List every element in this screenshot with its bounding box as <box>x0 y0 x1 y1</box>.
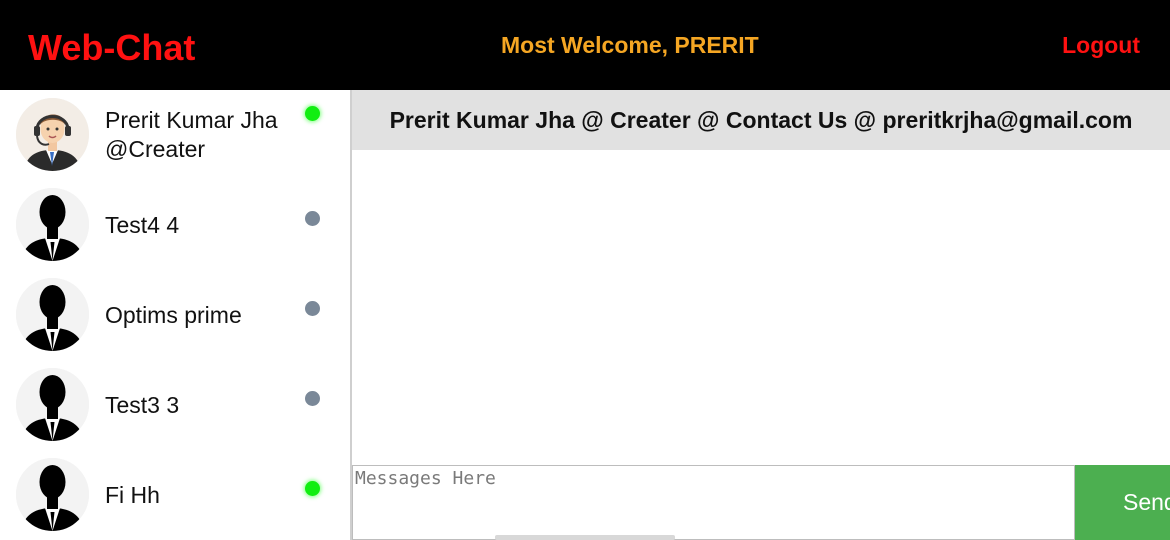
contact-name: Prerit Kumar Jha @Creater <box>105 90 305 180</box>
online-status-icon <box>305 481 320 496</box>
contact-item[interactable]: Test4 4 <box>0 180 350 270</box>
contact-name-line1: Test4 4 <box>105 211 180 238</box>
contact-name: Optims prime <box>105 270 305 360</box>
send-button[interactable]: Send <box>1075 465 1170 540</box>
contact-name: Fi Hh <box>105 450 305 540</box>
online-status-icon <box>305 106 320 121</box>
user-silhouette-avatar <box>16 458 89 531</box>
contact-name-line2: @Creater <box>105 136 206 162</box>
message-input[interactable] <box>352 465 1075 540</box>
contact-name: Test3 3 <box>105 360 305 450</box>
welcome-message: Most Welcome, PRERIT <box>501 32 759 58</box>
contact-name-line1: Fi Hh <box>105 481 160 508</box>
contact-name-line1: Prerit Kumar Jha <box>105 107 278 133</box>
app-brand: Web-Chat <box>28 27 196 68</box>
contact-item[interactable]: Test3 3 <box>0 360 350 450</box>
user-silhouette-avatar <box>16 368 89 441</box>
offline-status-icon <box>305 391 320 406</box>
contact-name-line1: Test3 3 <box>105 391 180 418</box>
horizontal-scrollbar[interactable] <box>495 535 675 540</box>
contact-item[interactable]: Optims prime <box>0 270 350 360</box>
message-area <box>352 150 1170 465</box>
logout-link[interactable]: Logout <box>1062 31 1140 59</box>
support-agent-avatar <box>16 98 89 171</box>
chat-header: Prerit Kumar Jha @ Creater @ Contact Us … <box>352 90 1170 150</box>
contact-item[interactable]: Fi Hh <box>0 450 350 540</box>
contact-name: Test4 4 <box>105 180 305 270</box>
contact-list: Prerit Kumar Jha @Creater Test4 4 Optims… <box>0 90 350 540</box>
top-bar: Web-Chat Most Welcome, PRERIT Logout <box>0 0 1170 90</box>
user-silhouette-avatar <box>16 278 89 351</box>
contact-name-line1: Optims prime <box>105 301 242 328</box>
offline-status-icon <box>305 301 320 316</box>
user-silhouette-avatar <box>16 188 89 261</box>
contact-item[interactable]: Prerit Kumar Jha @Creater <box>0 90 350 180</box>
offline-status-icon <box>305 211 320 226</box>
